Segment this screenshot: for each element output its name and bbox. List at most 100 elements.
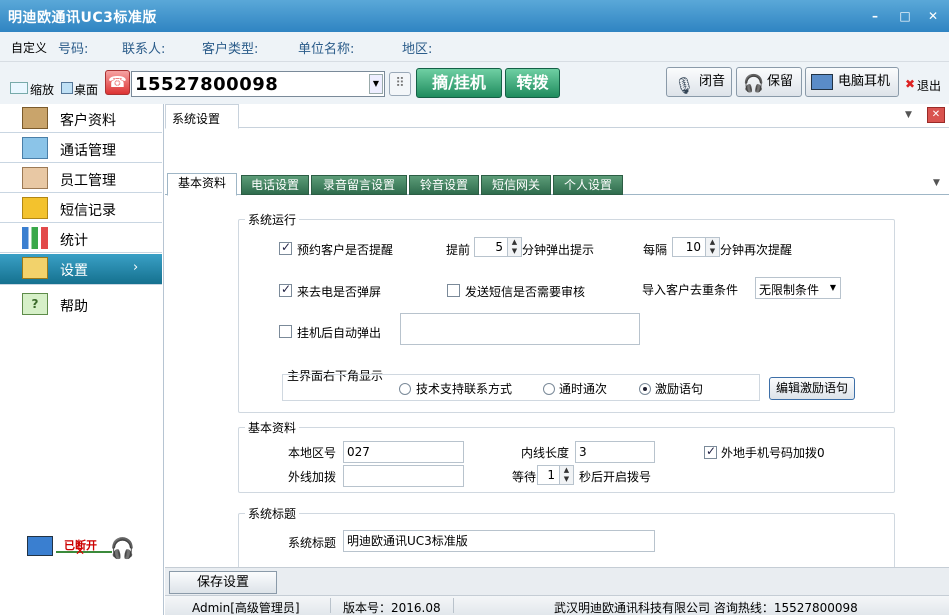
radio-motto[interactable] <box>639 383 651 395</box>
tab-recording[interactable]: 录音留言设置 <box>311 175 407 195</box>
system-title-value: 明迪欧通讯UC3标准版 <box>347 534 468 548</box>
popup-checkbox[interactable] <box>279 282 292 297</box>
area-code-label: 本地区号 <box>288 446 337 460</box>
area-code-input[interactable]: 027 <box>343 441 464 463</box>
users-icon <box>22 167 48 189</box>
sidebar-item-stats[interactable]: 统计 <box>0 224 162 253</box>
dialpad-icon[interactable]: ⠿ <box>389 72 411 96</box>
group-title: 系统标题 <box>245 505 300 522</box>
import-dedupe-label: 导入客户去重条件 <box>642 283 739 297</box>
tabs-dropdown-icon[interactable]: ▼ <box>933 178 940 188</box>
system-run-group: 系统运行 预约客户是否提醒 提前 5 ▲▼ 分钟弹出提示 每隔 10 ▲▼ 分钟… <box>238 211 895 413</box>
close-button[interactable]: ✕ <box>925 9 941 23</box>
disconnect-x-icon: ✕ <box>75 544 86 558</box>
exit-label[interactable]: 退出 <box>917 77 941 94</box>
sidebar-item-label: 统计 <box>60 233 88 249</box>
sidebar-item-customers[interactable]: 客户资料 <box>0 104 162 133</box>
pc-headset-button[interactable]: 电脑耳机 <box>805 67 899 97</box>
sms-audit-checkbox[interactable] <box>447 284 460 297</box>
sidebar-item-label: 短信记录 <box>60 203 116 219</box>
headphones-icon: 🎧 <box>743 74 765 94</box>
pickup-hangup-button[interactable]: 摘/挂机 <box>416 68 502 98</box>
stepper-arrows-icon[interactable]: ▲ ▼ <box>507 238 521 256</box>
tab-dropdown-icon[interactable]: ▼ <box>905 110 912 120</box>
tab-phone[interactable]: 电话设置 <box>241 175 309 195</box>
desktop-icon[interactable] <box>61 82 73 94</box>
advance-label: 提前 <box>446 243 471 257</box>
transfer-button[interactable]: 转拨 <box>505 68 560 98</box>
settings-icon <box>22 257 48 279</box>
sidebar-item-staff[interactable]: 员工管理 <box>0 164 162 193</box>
phone-icon: ☎ <box>105 70 130 95</box>
mobile-prefix-checkbox[interactable] <box>704 444 717 459</box>
save-bar: 保存设置 <box>165 567 949 595</box>
remind-label: 预约客户是否提醒 <box>297 243 394 257</box>
phone-number-value: 15527800098 <box>135 74 279 95</box>
edit-motto-button[interactable]: 编辑激励语句 <box>769 377 855 400</box>
radio-support-label: 技术支持联系方式 <box>416 382 513 396</box>
call-manage-icon <box>22 137 48 159</box>
stepper-arrows-icon[interactable]: ▲ ▼ <box>705 238 719 256</box>
transfer-label: 转拨 <box>516 73 549 92</box>
microphone-icon: 🎙 <box>674 76 695 95</box>
auto-popup-checkbox[interactable] <box>279 325 292 338</box>
auto-popup-input[interactable] <box>400 313 640 345</box>
company-label: 单位名称: <box>298 42 355 57</box>
maximize-button[interactable]: □ <box>897 9 913 23</box>
headset-status-icon: 🎧 <box>110 536 135 560</box>
inner-length-input[interactable]: 3 <box>575 441 655 463</box>
outside-prefix-input[interactable] <box>343 465 464 487</box>
sidebar-item-settings[interactable]: 设置 › <box>0 254 162 285</box>
exit-icon[interactable]: ✖ <box>905 77 915 91</box>
inner-length-label: 内线长度 <box>521 446 570 460</box>
tab-label: 基本资料 <box>177 176 226 190</box>
computer-headset-icon <box>811 74 833 90</box>
tab-personal[interactable]: 个人设置 <box>553 175 623 195</box>
sidebar-item-calls[interactable]: 通话管理 <box>0 134 162 163</box>
mobile-prefix-label: 外地手机号码加拨0 <box>721 446 825 460</box>
mute-button[interactable]: 🎙 闭音 <box>666 67 732 97</box>
advance-suffix: 分钟弹出提示 <box>522 243 595 257</box>
desktop-label[interactable]: 桌面 <box>74 81 98 98</box>
save-settings-button[interactable]: 保存设置 <box>169 571 277 594</box>
tab-ringtone[interactable]: 铃音设置 <box>409 175 479 195</box>
status-company: 武汉明迪欧通讯科技有限公司 咨询热线：15527800098 <box>554 601 858 615</box>
radio-call-stats[interactable] <box>543 383 555 395</box>
phone-dropdown-icon[interactable]: ▼ <box>369 74 383 94</box>
tab-close-icon[interactable]: ✕ <box>927 107 945 123</box>
stepper-arrows-icon[interactable]: ▲ ▼ <box>559 466 573 484</box>
sidebar-item-help[interactable]: ? 帮助 <box>0 290 162 319</box>
title-bar: 明迪欧通讯UC3标准版 – □ ✕ <box>0 0 949 32</box>
shrink-label[interactable]: 缩放 <box>30 81 54 98</box>
interval-minutes-stepper[interactable]: 10 ▲ ▼ <box>672 237 720 257</box>
hold-label: 保留 <box>767 74 794 89</box>
remind-checkbox[interactable] <box>279 240 292 255</box>
wait-seconds-stepper[interactable]: 1 ▲ ▼ <box>537 465 574 485</box>
tab-label: 短信网关 <box>491 178 540 192</box>
tab-sms-gateway[interactable]: 短信网关 <box>481 175 551 195</box>
computer-icon <box>27 536 53 556</box>
chevron-right-icon: › <box>133 260 139 275</box>
shrink-icon[interactable] <box>10 82 28 94</box>
help-icon: ? <box>22 293 48 315</box>
inner-length-value: 3 <box>579 445 587 459</box>
hold-button[interactable]: 🎧 保留 <box>736 67 802 97</box>
status-user: Admin[高级管理员] <box>192 601 300 615</box>
pickup-hangup-label: 摘/挂机 <box>432 73 486 92</box>
address-book-icon <box>22 107 48 129</box>
phone-number-input[interactable]: 15527800098 ▼ <box>131 71 385 97</box>
tab-basic[interactable]: 基本资料 <box>167 173 237 196</box>
import-dedupe-select[interactable]: 无限制条件 ▼ <box>755 277 841 299</box>
radio-support[interactable] <box>399 383 411 395</box>
wait-value: 1 <box>547 468 555 482</box>
window-title: 明迪欧通讯UC3标准版 <box>8 10 157 26</box>
sidebar-item-label: 通话管理 <box>60 143 116 159</box>
system-title-input[interactable]: 明迪欧通讯UC3标准版 <box>343 530 655 552</box>
sidebar-item-sms[interactable]: 短信记录 <box>0 194 162 223</box>
info-bar: 自定义 号码: 联系人: 客户类型: 单位名称: 地区: <box>0 32 949 62</box>
minimize-button[interactable]: – <box>867 9 883 23</box>
custom-link[interactable]: 自定义 <box>11 39 47 56</box>
region-label: 地区: <box>402 42 433 57</box>
tab-system-settings[interactable]: 系统设置 <box>165 104 239 129</box>
advance-minutes-stepper[interactable]: 5 ▲ ▼ <box>474 237 522 257</box>
